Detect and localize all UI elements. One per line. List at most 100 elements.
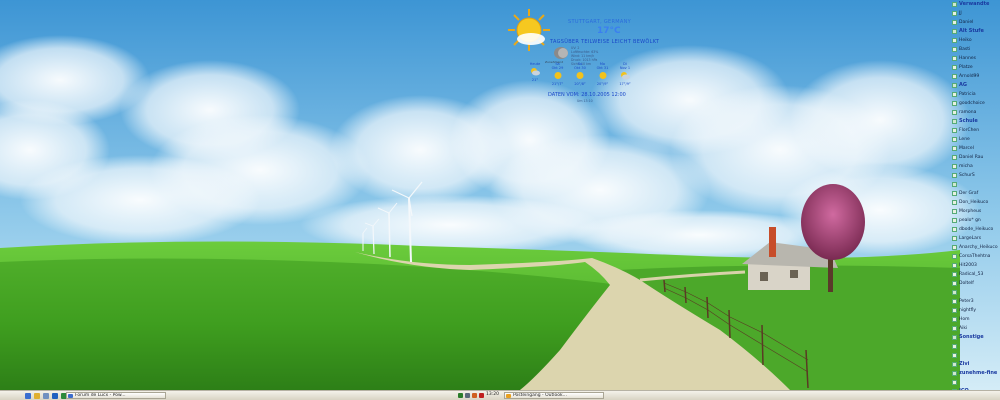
explorer-icon[interactable]	[34, 392, 40, 399]
weather-updated: Daten vom: 28.10.2005 12:00	[548, 92, 626, 98]
contact-list[interactable]: Verwandte JJ Daniel Alt Stufe Heiko Basti Hann…	[950, 0, 998, 390]
contact-name: FlorChen	[959, 128, 980, 133]
partly-cloudy-icon	[621, 72, 630, 80]
contact-item[interactable]: Daniel	[950, 18, 998, 27]
contact-item[interactable]: Radical_53	[950, 270, 998, 279]
partly-cloudy-icon	[508, 9, 550, 51]
browser-icon	[68, 393, 73, 398]
contact-item[interactable]: LargeLars	[950, 234, 998, 243]
contact-item[interactable]: Heiko	[950, 36, 998, 45]
messenger-icon[interactable]	[472, 393, 477, 398]
contact-group-header[interactable]: Schule	[950, 117, 998, 126]
contact-item[interactable]: Don_Heikuco	[950, 198, 998, 207]
contact-name: Der Graf	[959, 191, 979, 196]
contact-name: JJ	[959, 11, 962, 16]
contact-item[interactable]: Arnold99	[950, 72, 998, 81]
contact-item[interactable]: dbode_Heikuco	[950, 225, 998, 234]
forecast-date: Nov 1	[619, 66, 631, 70]
contact-name: Hit2003	[959, 263, 977, 268]
contact-status-icon	[952, 92, 957, 97]
contact-item[interactable]	[950, 351, 998, 360]
contact-status-icon	[952, 110, 957, 115]
contact-group-header[interactable]: Verwandte	[950, 0, 998, 9]
taskbar-button-outlook[interactable]: Posteingang - Outlook...	[504, 392, 604, 399]
weather-condition: Tagsüber teilweise leicht bewölkt	[550, 39, 660, 45]
sunny-icon	[554, 72, 561, 79]
contact-name: Morpheus	[959, 209, 982, 214]
weather-widget[interactable]: Stuttgart, Germany 17°C Tagsüber teilwei…	[505, 6, 659, 126]
contact-item[interactable]: micha	[950, 162, 998, 171]
taskbar: Forum de Lucx - Pow... 13:20 Posteingang…	[0, 390, 1000, 400]
contact-status-icon	[952, 128, 957, 133]
group-folder-icon	[952, 2, 957, 7]
contact-name: Don_Heikuco	[959, 200, 989, 205]
forecast-day: Di Nov 1 17°/9°	[615, 62, 635, 86]
browser-icon[interactable]	[52, 392, 58, 399]
contact-status-icon	[952, 155, 957, 160]
contact-name: LargeLars	[959, 236, 982, 241]
contact-name: Lene	[959, 137, 970, 142]
contact-item[interactable]: Der Graf	[950, 189, 998, 198]
contact-name: nightfly	[959, 308, 977, 313]
sunny-icon	[576, 72, 584, 79]
contact-group-header[interactable]: zunehme-fine	[950, 369, 998, 378]
contact-group-header[interactable]	[950, 288, 998, 297]
show-desktop-icon[interactable]	[25, 392, 31, 399]
contact-status-icon	[952, 227, 957, 232]
contact-item[interactable]: SchurS	[950, 171, 998, 180]
contact-item[interactable]	[950, 378, 998, 387]
contact-group-header[interactable]	[950, 180, 998, 189]
contact-item[interactable]: Anarchy_Heikuco	[950, 243, 998, 252]
contact-name: Hannes	[959, 56, 976, 61]
contact-item[interactable]: Patricia	[950, 90, 998, 99]
contact-group-header[interactable]: AG	[950, 81, 998, 90]
contact-item[interactable]	[950, 342, 998, 351]
contact-item[interactable]: Daniel Rau	[950, 153, 998, 162]
volume-icon[interactable]	[465, 393, 470, 398]
contact-name: Platze	[959, 65, 973, 70]
taskbar-button-label: Forum de Lucx - Pow...	[75, 393, 126, 398]
forecast-temp: 20°/8°	[574, 82, 586, 86]
contact-item[interactable]: Peter3	[950, 297, 998, 306]
contact-item[interactable]: Aiki	[950, 324, 998, 333]
mail-icon[interactable]	[43, 392, 49, 399]
contact-group-header[interactable]: Zivi	[950, 360, 998, 369]
contact-item[interactable]: Hannes	[950, 54, 998, 63]
moon-phase-icon	[554, 47, 568, 59]
contact-group-header[interactable]: Sonstige	[950, 333, 998, 342]
contact-item[interactable]: JJ	[950, 9, 998, 18]
contact-status-icon	[952, 20, 957, 25]
desktop[interactable]: Stuttgart, Germany 17°C Tagsüber teilwei…	[0, 0, 1000, 390]
forecast-date: Okt 29	[551, 66, 564, 70]
contact-name: Basti	[959, 47, 971, 52]
contact-item[interactable]: Lene	[950, 135, 998, 144]
taskbar-button-forum[interactable]: Forum de Lucx - Pow...	[66, 392, 166, 399]
contact-item[interactable]: Basti	[950, 45, 998, 54]
contact-item[interactable]: Platze	[950, 63, 998, 72]
wallpaper	[0, 0, 1000, 390]
contact-name: dbode_Heikuco	[959, 227, 994, 232]
contact-item[interactable]: Marcel	[950, 144, 998, 153]
contact-name: Arnold99	[959, 74, 980, 79]
contact-status-icon	[952, 191, 957, 196]
contact-item[interactable]: goodchoice	[950, 99, 998, 108]
network-icon[interactable]	[458, 393, 463, 398]
contact-item[interactable]: FlorChen	[950, 126, 998, 135]
outlook-icon	[506, 393, 511, 398]
contact-item[interactable]: nightfly	[950, 306, 998, 315]
antivirus-icon[interactable]	[479, 393, 484, 398]
contact-item[interactable]: Hom	[950, 315, 998, 324]
contact-name: micha	[959, 164, 973, 169]
group-folder-icon	[952, 362, 957, 367]
contact-item[interactable]: CorsaThehtna	[950, 252, 998, 261]
contact-group-header[interactable]: Alt Stufe	[950, 27, 998, 36]
contact-item[interactable]: pealo* gn	[950, 216, 998, 225]
contact-item[interactable]: Morpheus	[950, 207, 998, 216]
contact-item[interactable]: ramona	[950, 108, 998, 117]
contact-status-icon	[952, 38, 957, 43]
contact-item[interactable]: Doltelf	[950, 279, 998, 288]
taskbar-clock[interactable]: 13:20	[486, 391, 499, 398]
contact-item[interactable]: Hit2003	[950, 261, 998, 270]
contact-status-icon	[952, 326, 957, 331]
forecast-date: Okt 30	[574, 66, 586, 70]
